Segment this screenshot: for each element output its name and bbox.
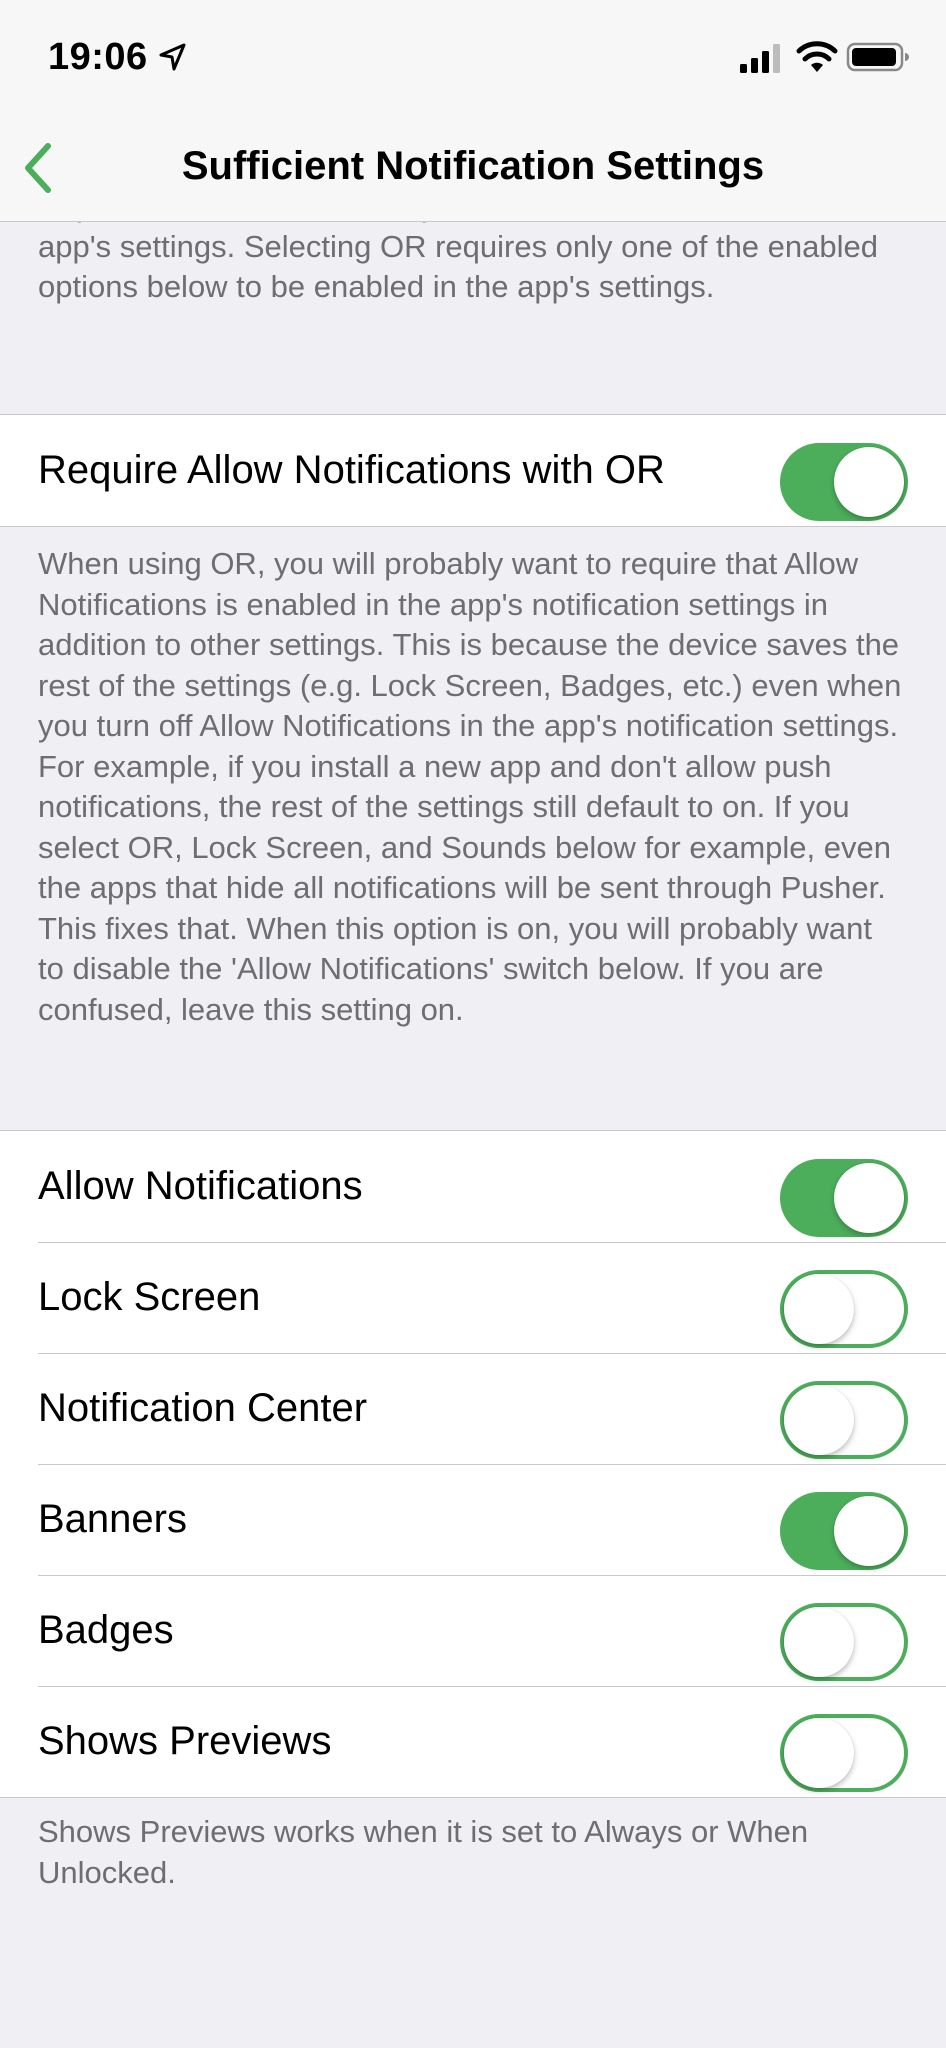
setting-row-badges: Badges bbox=[0, 1575, 946, 1686]
mode-description: requires all of the enabled options belo… bbox=[0, 202, 946, 352]
toggle-knob bbox=[784, 1385, 854, 1455]
require-allow-toggle[interactable] bbox=[780, 443, 908, 521]
settings-group: Allow Notifications Lock Screen Notifica… bbox=[0, 1130, 946, 1798]
setting-row-shows-previews: Shows Previews bbox=[0, 1686, 946, 1797]
page-title: Sufficient Notification Settings bbox=[181, 144, 765, 188]
setting-row-lock-screen: Lock Screen bbox=[0, 1242, 946, 1353]
shows-previews-toggle[interactable] bbox=[780, 1714, 908, 1792]
require-allow-description: When using OR, you will probably want to… bbox=[0, 544, 946, 1030]
toggle-knob bbox=[784, 1274, 854, 1344]
toggle-knob bbox=[834, 447, 904, 517]
notification-center-toggle[interactable] bbox=[780, 1381, 908, 1459]
require-allow-row: Require Allow Notifications with OR bbox=[0, 415, 946, 526]
settings-description-text: Shows Previews works when it is set to A… bbox=[38, 1814, 809, 1890]
allow-notifications-toggle[interactable] bbox=[780, 1159, 908, 1237]
require-allow-description-text: When using OR, you will probably want to… bbox=[38, 546, 902, 1027]
battery-icon bbox=[846, 42, 909, 72]
status-time: 19:06 bbox=[48, 36, 148, 78]
require-allow-group: Require Allow Notifications with OR bbox=[0, 414, 946, 527]
lock-screen-toggle[interactable] bbox=[780, 1270, 908, 1348]
toggle-knob bbox=[834, 1163, 904, 1233]
toggle-knob bbox=[834, 1496, 904, 1566]
status-bar: 19:06 bbox=[0, 0, 946, 120]
banners-toggle[interactable] bbox=[780, 1492, 908, 1570]
badges-toggle[interactable] bbox=[780, 1603, 908, 1681]
setting-row-banners: Banners bbox=[0, 1464, 946, 1575]
toggle-knob bbox=[784, 1718, 854, 1788]
wifi-icon bbox=[796, 41, 838, 72]
navigation-bar: Sufficient Notification Settings bbox=[0, 120, 946, 222]
setting-row-allow-notifications: Allow Notifications bbox=[0, 1131, 946, 1242]
toggle-knob bbox=[784, 1607, 854, 1677]
settings-description: Shows Previews works when it is set to A… bbox=[0, 1812, 946, 1893]
cellular-signal-icon bbox=[740, 44, 780, 73]
location-arrow-icon bbox=[159, 43, 186, 71]
setting-row-notification-center: Notification Center bbox=[0, 1353, 946, 1464]
